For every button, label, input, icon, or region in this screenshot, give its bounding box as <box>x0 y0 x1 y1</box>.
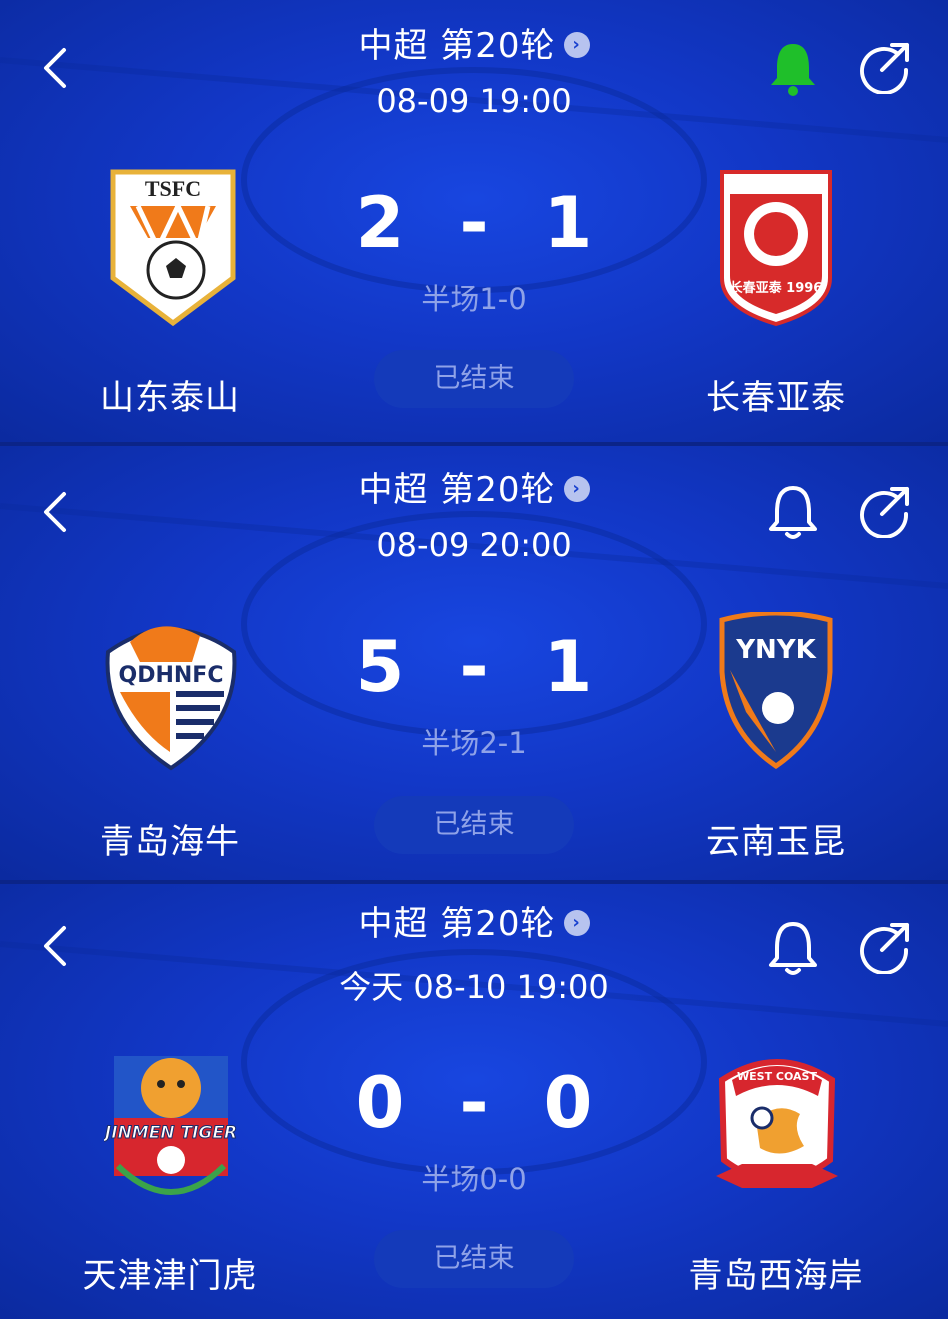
home-score: 5 <box>355 626 405 708</box>
bell-icon[interactable] <box>766 38 820 98</box>
match-status-badge: 已结束 <box>374 1230 574 1288</box>
svg-text:长春亚泰 1996: 长春亚泰 1996 <box>730 280 823 296</box>
away-team-name[interactable]: 青岛西海岸 <box>626 1248 926 1297</box>
share-icon[interactable] <box>858 920 912 974</box>
home-score: 0 <box>355 1062 405 1144</box>
away-team-logo: 长春亚泰 1996 <box>720 170 832 327</box>
score-separator: - <box>459 1062 489 1144</box>
svg-text:WEST COAST: WEST COAST <box>737 1070 817 1083</box>
home-score: 2 <box>355 182 405 264</box>
match-card[interactable]: 中超 第20轮 › 08-09 19:00 TSFC 2 - 1 半场1-0 长春… <box>0 0 948 442</box>
home-team-name[interactable]: 天津津门虎 <box>20 1248 320 1297</box>
score-separator: - <box>459 626 489 708</box>
match-status-badge: 已结束 <box>374 350 574 408</box>
away-team-name[interactable]: 云南玉昆 <box>626 814 926 863</box>
chevron-right-icon: › <box>563 475 590 502</box>
match-card[interactable]: 中超 第20轮 › 08-09 20:00 QDHNFC 5 - 1 半场2-1 … <box>0 442 948 880</box>
away-team-name[interactable]: 长春亚泰 <box>626 370 926 419</box>
svg-text:TSFC: TSFC <box>145 176 201 201</box>
svg-text:YNYK: YNYK <box>735 635 816 665</box>
bell-icon[interactable] <box>766 482 820 542</box>
svg-text:JINMEN TIGER: JINMEN TIGER <box>104 1123 237 1143</box>
score-separator: - <box>459 182 489 264</box>
score: 0 - 0 <box>340 1062 608 1144</box>
share-icon[interactable] <box>858 40 912 94</box>
away-score: 0 <box>543 1062 593 1144</box>
home-team-name[interactable]: 青岛海牛 <box>20 814 320 863</box>
home-team-name[interactable]: 山东泰山 <box>20 370 320 419</box>
score: 2 - 1 <box>340 182 608 264</box>
chevron-right-icon: › <box>563 31 590 58</box>
bell-icon[interactable] <box>766 918 820 978</box>
score: 5 - 1 <box>340 626 608 708</box>
away-team-logo: YNYK <box>719 612 833 770</box>
away-team-logo: WEST COAST <box>716 1059 838 1188</box>
svg-text:QDHNFC: QDHNFC <box>119 663 224 688</box>
match-status-badge: 已结束 <box>374 796 574 854</box>
share-icon[interactable] <box>858 484 912 538</box>
chevron-right-icon: › <box>563 909 590 936</box>
match-card[interactable]: 中超 第20轮 › 今天 08-10 19:00 JINMEN TIGER 0 -… <box>0 880 948 1319</box>
away-score: 1 <box>543 182 593 264</box>
away-score: 1 <box>543 626 593 708</box>
